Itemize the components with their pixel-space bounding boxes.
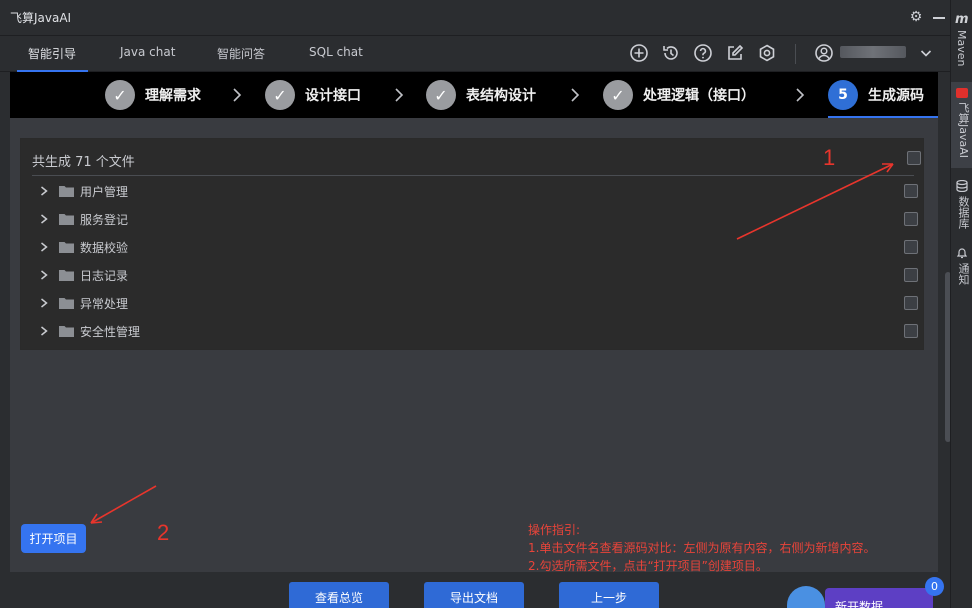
right-tool-strip: m Maven 飞算JavaAI 数据库 通知	[950, 0, 972, 608]
chevron-right-icon[interactable]	[39, 213, 49, 225]
chevron-right-icon[interactable]	[39, 241, 49, 253]
notification-badge: 0	[925, 577, 944, 596]
folder-name[interactable]: 日志记录	[80, 267, 128, 284]
file-checkbox[interactable]	[904, 268, 918, 282]
chevron-right-icon	[796, 88, 805, 102]
chevron-right-icon	[395, 88, 404, 102]
tab-smart-qa[interactable]: 智能问答	[217, 45, 265, 62]
file-tree-row[interactable]: 用户管理	[21, 177, 925, 205]
gear-icon[interactable]: ⚙	[908, 9, 924, 25]
database-tool-tab[interactable]: 数据库	[955, 196, 971, 229]
step-label: 生成源码	[868, 88, 924, 104]
folder-name[interactable]: 服务登记	[80, 211, 128, 228]
user-icon[interactable]	[814, 43, 834, 63]
folder-icon	[59, 242, 74, 253]
chevron-right-icon[interactable]	[39, 185, 49, 197]
file-checkbox[interactable]	[904, 296, 918, 310]
guide-title: 操作指引:	[528, 523, 581, 537]
file-checkbox[interactable]	[904, 240, 918, 254]
maven-tool-tab[interactable]: Maven	[955, 30, 968, 66]
javaai-logo-icon	[956, 88, 968, 98]
file-checkbox[interactable]	[904, 324, 918, 338]
file-tree-row[interactable]: 服务登记	[21, 205, 925, 233]
main-content: 共生成 71 个文件 用户管理 服务登记 数据校验 日志记录 异常处理 安全性管…	[10, 118, 938, 572]
chevron-right-icon	[571, 88, 580, 102]
notifications-tool-tab[interactable]: 通知	[955, 263, 971, 285]
settings-hex-icon[interactable]	[757, 43, 777, 63]
generated-files-panel: 共生成 71 个文件 用户管理 服务登记 数据校验 日志记录 异常处理 安全性管…	[20, 138, 924, 350]
divider	[32, 175, 914, 176]
check-icon: ✓	[426, 80, 456, 110]
title-bar: 飞算JavaAI ⚙	[0, 0, 950, 36]
file-checkbox[interactable]	[904, 212, 918, 226]
view-overview-button[interactable]: 查看总览	[289, 582, 389, 608]
folder-icon	[59, 270, 74, 281]
folder-name[interactable]: 异常处理	[80, 295, 128, 312]
bell-icon	[956, 248, 968, 259]
folder-name[interactable]: 数据校验	[80, 239, 128, 256]
file-tree-row[interactable]: 数据校验	[21, 233, 925, 261]
minimize-icon[interactable]	[933, 17, 945, 19]
step-label: 设计接口	[305, 88, 361, 104]
folder-name[interactable]: 安全性管理	[80, 323, 140, 340]
step-label: 表结构设计	[466, 88, 536, 104]
step-process-logic[interactable]: ✓ 处理逻辑（接口）	[603, 72, 755, 118]
add-circle-icon[interactable]	[629, 43, 649, 63]
chevron-right-icon[interactable]	[39, 297, 49, 309]
chevron-down-icon[interactable]	[916, 43, 936, 63]
folder-icon	[59, 298, 74, 309]
step-number: 5	[828, 80, 858, 110]
database-icon	[956, 180, 968, 192]
chevron-right-icon[interactable]	[39, 269, 49, 281]
maven-logo-icon: m	[955, 12, 969, 27]
select-all-checkbox[interactable]	[907, 151, 921, 165]
window-title: 飞算JavaAI	[10, 11, 72, 25]
folder-icon	[59, 214, 74, 225]
open-project-button[interactable]: 打开项目	[21, 524, 86, 553]
guide-line-1: 1.单击文件名查看源码对比：左侧为原有内容，右侧为新增内容。	[528, 541, 876, 555]
export-doc-button[interactable]: 导出文档	[424, 582, 524, 608]
history-icon[interactable]	[661, 43, 681, 63]
chevron-right-icon[interactable]	[39, 325, 49, 337]
file-tree-row[interactable]: 异常处理	[21, 289, 925, 317]
step-label: 理解需求	[145, 88, 201, 104]
step-generate-source[interactable]: 5 生成源码	[828, 72, 924, 118]
file-tree-row[interactable]: 日志记录	[21, 261, 925, 289]
refresh-data-button[interactable]: 新开数据	[825, 588, 933, 608]
folder-name[interactable]: 用户管理	[80, 183, 128, 200]
step-progress-bar: ✓ 理解需求 ✓ 设计接口 ✓ 表结构设计 ✓ 处理逻辑（接口） 5 生成源码	[10, 72, 938, 118]
check-icon: ✓	[105, 80, 135, 110]
chevron-right-icon	[233, 88, 242, 102]
annotation-number-2: 2	[157, 520, 170, 545]
help-icon[interactable]	[693, 43, 713, 63]
step-understand-requirements[interactable]: ✓ 理解需求	[105, 72, 201, 118]
check-icon: ✓	[265, 80, 295, 110]
check-icon: ✓	[603, 80, 633, 110]
folder-icon	[59, 326, 74, 337]
files-summary: 共生成 71 个文件	[32, 155, 135, 170]
file-tree-row[interactable]: 安全性管理	[21, 317, 925, 345]
edit-icon[interactable]	[725, 43, 745, 63]
toolbar-divider	[795, 44, 796, 64]
file-checkbox[interactable]	[904, 184, 918, 198]
previous-step-button[interactable]: 上一步	[559, 582, 659, 608]
step-design-interface[interactable]: ✓ 设计接口	[265, 72, 361, 118]
tab-java-chat[interactable]: Java chat	[120, 45, 175, 59]
username-redacted	[840, 46, 906, 58]
operation-guide: 操作指引: 1.单击文件名查看源码对比：左侧为原有内容，右侧为新增内容。 2.勾…	[528, 521, 875, 575]
tab-smart-guide[interactable]: 智能引导	[28, 45, 76, 62]
annotation-number-1: 1	[823, 145, 836, 170]
tab-bar: 智能引导 Java chat 智能问答 SQL chat	[0, 36, 950, 72]
step-label: 处理逻辑（接口）	[643, 88, 755, 104]
javaai-tool-tab[interactable]: 飞算JavaAI	[955, 102, 971, 158]
tab-sql-chat[interactable]: SQL chat	[309, 45, 363, 59]
folder-icon	[59, 186, 74, 197]
step-table-design[interactable]: ✓ 表结构设计	[426, 72, 536, 118]
